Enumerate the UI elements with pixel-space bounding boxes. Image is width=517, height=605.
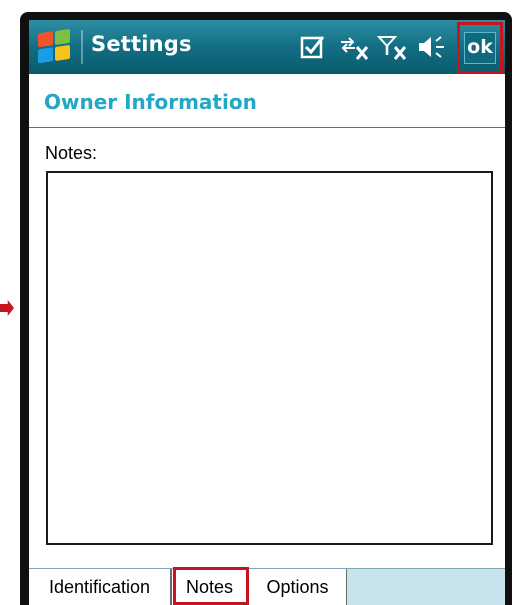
ok-highlight-box: ok	[457, 22, 503, 74]
tab-strip: Identification Notes Options	[29, 568, 505, 605]
callout-arrow	[0, 300, 14, 316]
windows-start-icon	[38, 28, 72, 66]
device-frame: Settings ok Owner Information Notes: Ide…	[20, 12, 512, 605]
screen: Settings ok Owner Information Notes: Ide…	[29, 20, 505, 605]
notes-label: Notes:	[45, 143, 98, 163]
tab-notes[interactable]: Notes	[171, 569, 248, 605]
window-title: Settings	[91, 32, 192, 56]
page-title: Owner Information	[44, 90, 257, 114]
checkbox-icon[interactable]	[299, 33, 327, 61]
signal-off-icon[interactable]	[377, 33, 409, 61]
title-bar: Settings ok	[29, 20, 505, 74]
connectivity-icon[interactable]	[337, 33, 371, 61]
start-button[interactable]	[35, 28, 75, 66]
tab-options[interactable]: Options	[248, 569, 347, 605]
page-header: Owner Information	[29, 74, 505, 128]
notes-textarea[interactable]	[46, 171, 493, 545]
volume-icon[interactable]	[417, 33, 447, 61]
title-separator	[81, 30, 83, 64]
tab-identification[interactable]: Identification	[29, 569, 171, 605]
ok-button[interactable]: ok	[464, 32, 496, 64]
